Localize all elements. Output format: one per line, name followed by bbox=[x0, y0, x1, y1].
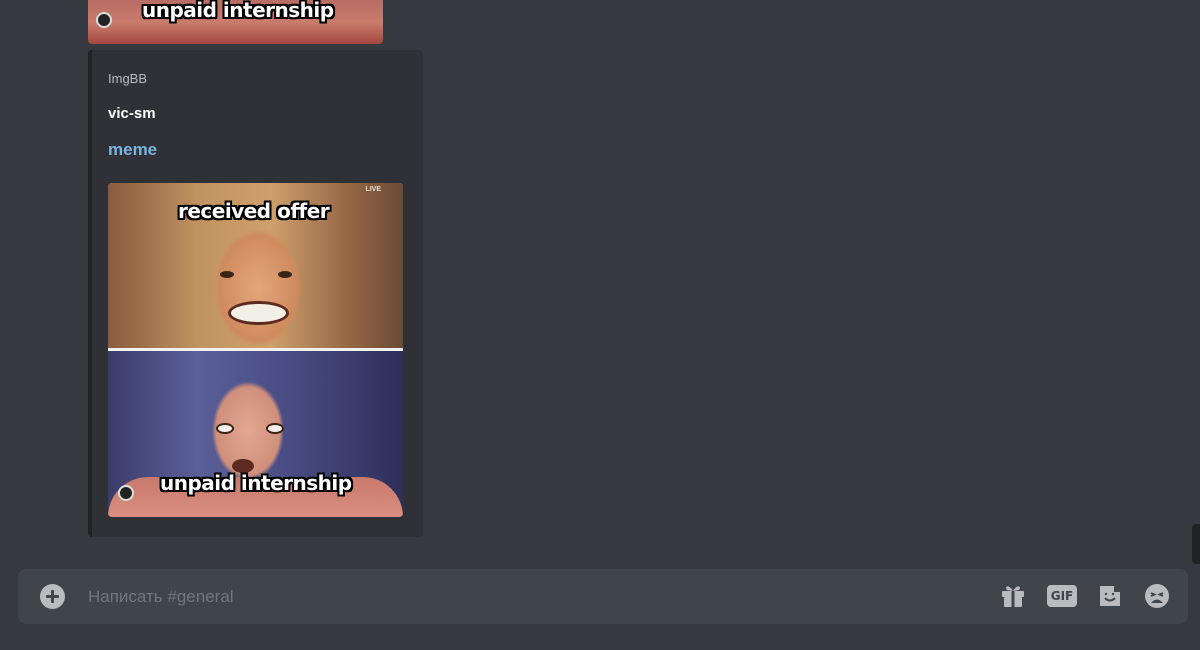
gif-label: GIF bbox=[1047, 585, 1077, 607]
gif-icon[interactable]: GIF bbox=[1047, 582, 1077, 610]
embed-title-link[interactable]: meme bbox=[108, 140, 157, 160]
message-composer: GIF bbox=[18, 569, 1188, 624]
embed-provider: ImgBB bbox=[108, 71, 148, 86]
watermark-logo-icon bbox=[118, 485, 134, 501]
chat-view: unpaid internship ImgBB vic-sm meme LIVE… bbox=[0, 0, 1200, 650]
eye-left bbox=[216, 423, 234, 434]
message-input[interactable] bbox=[88, 569, 968, 624]
attach-plus-circle-icon[interactable] bbox=[40, 584, 65, 609]
gift-icon[interactable] bbox=[999, 582, 1027, 610]
link-embed: ImgBB vic-sm meme LIVE received offer un… bbox=[88, 50, 423, 537]
emoji-icon[interactable] bbox=[1143, 582, 1171, 610]
corner-tag: LIVE bbox=[365, 186, 381, 193]
embed-author: vic-sm bbox=[108, 105, 156, 122]
meme-bottom-caption: unpaid internship bbox=[160, 471, 352, 495]
smile-mouth bbox=[228, 301, 289, 325]
eye-right bbox=[278, 271, 292, 278]
eye-right bbox=[266, 423, 284, 434]
watermark-logo-icon bbox=[96, 12, 112, 28]
eye-left bbox=[220, 271, 234, 278]
meme-top-caption: received offer bbox=[178, 199, 330, 223]
previous-message-image[interactable]: unpaid internship bbox=[88, 0, 383, 44]
sticker-icon[interactable] bbox=[1096, 582, 1124, 610]
meme-panel-top: LIVE received offer bbox=[108, 183, 403, 348]
previous-image-caption: unpaid internship bbox=[142, 0, 334, 22]
scrollbar-thumb[interactable] bbox=[1192, 524, 1200, 564]
embed-image[interactable]: LIVE received offer unpaid internship bbox=[108, 183, 403, 517]
